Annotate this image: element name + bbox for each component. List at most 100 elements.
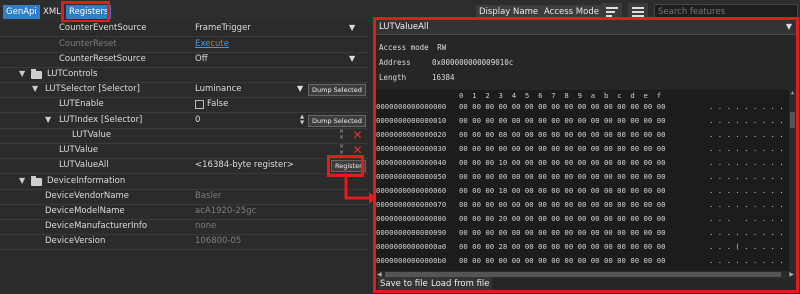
expand-arrow-icon[interactable]: ▼ bbox=[32, 84, 38, 93]
tree-row-lut-selector[interactable]: ▼ LUTSelector [Selector] Luminance ▼ Dum… bbox=[0, 83, 368, 98]
hex-ascii: . . . ( . . . . . . . . . . . . bbox=[709, 242, 792, 251]
hex-ascii: . . . . . . . . . . . . . . . . bbox=[709, 172, 792, 181]
registers-tab-highlight bbox=[61, 1, 110, 23]
feature-tree: CounterEventSource FrameTrigger ▼ Counte… bbox=[0, 22, 368, 294]
checkbox-label: False bbox=[207, 99, 229, 109]
hex-address: 0000000000000010 bbox=[376, 116, 447, 125]
scrollbar-thumb[interactable] bbox=[790, 112, 795, 128]
spinner-arrows-icon[interactable]: ▲ ▼ bbox=[300, 114, 304, 126]
hex-address: 00000000000000b0 bbox=[376, 256, 447, 265]
hex-ascii: . . . . . . . . . . . . . . . . bbox=[709, 158, 792, 167]
register-selector[interactable]: LUTValueAll ▼ bbox=[376, 20, 796, 35]
tree-row-device-version[interactable]: DeviceVersion 106800-05 bbox=[0, 235, 368, 250]
chevron-down-icon[interactable]: ▼ bbox=[349, 54, 355, 63]
hex-ascii: . . . . . . . . . . . . . . . . bbox=[709, 186, 792, 195]
lut-enable-checkbox[interactable] bbox=[195, 100, 204, 109]
dump-selected-button[interactable]: Dump Selected bbox=[308, 115, 366, 127]
access-mode-value: RW bbox=[437, 43, 447, 52]
small-close-icon[interactable]: × × bbox=[339, 129, 344, 141]
tree-category-lut-controls[interactable]: ▼ LUTControls bbox=[0, 68, 368, 83]
feature-name: DeviceManufacturerInfo bbox=[45, 221, 148, 231]
feature-value: acA1920-25gc bbox=[195, 206, 257, 216]
feature-value: <16384-byte register> bbox=[195, 160, 294, 170]
register-viewer-panel: LUTValueAll ▼ Access mode RW Address 0x0… bbox=[373, 17, 799, 293]
length-label: Length bbox=[379, 73, 407, 82]
tab-genapi[interactable]: GenApi bbox=[3, 5, 40, 19]
scroll-up-icon[interactable]: ▲ bbox=[789, 90, 796, 98]
feature-value: none bbox=[195, 221, 217, 231]
hex-bytes: 00 00 00 00 00 00 00 00 00 00 00 00 00 0… bbox=[459, 256, 666, 265]
hex-bytes: 00 00 00 10 00 00 00 00 00 00 00 00 00 0… bbox=[459, 158, 666, 167]
tree-row-counter-reset[interactable]: CounterReset Execute bbox=[0, 38, 368, 53]
expand-arrow-icon[interactable]: ▼ bbox=[19, 69, 25, 78]
hex-bytes: 00 00 00 08 00 00 00 00 00 00 00 00 00 0… bbox=[459, 130, 666, 139]
feature-value: Basler bbox=[195, 191, 222, 201]
error-x-icon: ✕ bbox=[352, 128, 363, 142]
execute-link[interactable]: Execute bbox=[195, 39, 229, 49]
feature-value: FrameTrigger bbox=[195, 23, 251, 33]
hex-ascii: . . . . . . . . . . . . . . . . bbox=[709, 130, 792, 139]
register-button-highlight bbox=[327, 155, 364, 177]
address-value: 0x000000000009010c bbox=[432, 58, 514, 67]
hex-ascii: . . . . . . . . . . . . . . . . bbox=[709, 228, 792, 237]
chevron-down-icon[interactable]: ▼ bbox=[786, 22, 792, 31]
tree-row-device-manufacturer-info[interactable]: DeviceManufacturerInfo none bbox=[0, 220, 368, 235]
tree-row-lut-value[interactable]: LUTValue × × ✕ bbox=[0, 144, 368, 159]
feature-value: 106800-05 bbox=[195, 236, 242, 246]
access-mode-label: Access mode bbox=[379, 43, 429, 52]
tree-category-device-information[interactable]: ▼ DeviceInformation bbox=[0, 175, 368, 190]
hex-bytes: 00 00 00 20 00 00 00 00 00 00 00 00 00 0… bbox=[459, 214, 666, 223]
hex-bytes: 00 00 00 00 00 00 00 00 00 00 00 00 00 0… bbox=[459, 144, 666, 153]
chevron-down-icon[interactable]: ▼ bbox=[349, 23, 355, 32]
hex-editor[interactable]: 0 1 2 3 4 5 6 7 8 9 a b c d e f 00000000… bbox=[376, 90, 796, 271]
feature-name: DeviceVersion bbox=[45, 236, 106, 246]
tree-row-device-vendor-name[interactable]: DeviceVendorName Basler bbox=[0, 190, 368, 205]
hex-ascii: . . . . . . . . . . . . . . . . bbox=[709, 144, 792, 153]
category-name: LUTControls bbox=[47, 69, 98, 79]
feature-name: DeviceModelName bbox=[45, 206, 125, 216]
save-to-file-button[interactable]: Save to file bbox=[378, 277, 430, 290]
load-from-file-button[interactable]: Load from file bbox=[429, 277, 492, 290]
hex-ascii: . . . . . . . . . . . . . . . . bbox=[709, 102, 792, 111]
expand-arrow-icon[interactable]: ▼ bbox=[19, 176, 25, 185]
tree-row-device-model-name[interactable]: DeviceModelName acA1920-25gc bbox=[0, 205, 368, 220]
length-value: 16384 bbox=[432, 73, 455, 82]
feature-value[interactable]: 0 bbox=[195, 115, 200, 125]
access-mode-info: Access mode RW bbox=[379, 43, 446, 52]
hex-address: 0000000000000020 bbox=[376, 130, 447, 139]
register-title: LUTValueAll bbox=[379, 22, 429, 32]
hex-address: 0000000000000060 bbox=[376, 186, 447, 195]
feature-name: LUTValue bbox=[72, 130, 112, 140]
hex-column-header: 0 1 2 3 4 5 6 7 8 9 a b c d e f bbox=[459, 91, 662, 100]
feature-name: LUTValue bbox=[59, 145, 99, 155]
hex-bytes: 00 00 00 28 00 00 00 00 00 00 00 00 00 0… bbox=[459, 242, 666, 251]
hex-address: 0000000000000090 bbox=[376, 228, 447, 237]
hex-address: 0000000000000050 bbox=[376, 172, 447, 181]
dump-selected-button[interactable]: Dump Selected bbox=[308, 84, 366, 96]
folder-icon bbox=[31, 176, 42, 186]
feature-name: LUTValueAll bbox=[59, 160, 109, 170]
tree-row-lut-value-all[interactable]: LUTValueAll <16384-byte register> Regist… bbox=[0, 159, 368, 174]
tree-row-counter-event-source[interactable]: CounterEventSource FrameTrigger ▼ bbox=[0, 22, 368, 37]
hex-bytes: 00 00 00 00 00 00 00 00 00 00 00 00 00 0… bbox=[459, 102, 666, 111]
tree-row-counter-reset-source[interactable]: CounterResetSource Off ▼ bbox=[0, 53, 368, 68]
tree-row-lut-enable[interactable]: LUTEnable False bbox=[0, 98, 368, 113]
hex-address: 0000000000000040 bbox=[376, 158, 447, 167]
hex-bytes: 00 00 00 18 00 00 00 00 00 00 00 00 00 0… bbox=[459, 186, 666, 195]
tree-row-lut-value-child[interactable]: LUTValue × × ✕ bbox=[0, 129, 368, 144]
hex-bytes: 00 00 00 00 00 00 00 00 00 00 00 00 00 0… bbox=[459, 228, 666, 237]
hex-bytes: 00 00 00 00 00 00 00 00 00 00 00 00 00 0… bbox=[459, 172, 666, 181]
vertical-scrollbar[interactable]: ▲ bbox=[789, 90, 796, 271]
length-info: Length 16384 bbox=[379, 73, 455, 82]
address-label: Address bbox=[379, 58, 411, 67]
expand-arrow-icon[interactable]: ▼ bbox=[45, 115, 51, 124]
folder-icon bbox=[31, 69, 42, 79]
category-name: DeviceInformation bbox=[47, 176, 126, 186]
hex-address: 0000000000000000 bbox=[376, 102, 447, 111]
chevron-down-icon[interactable]: ▼ bbox=[297, 84, 303, 93]
hex-ascii: . . . . . . . . . . . . . . . . bbox=[709, 256, 792, 265]
hex-address: 00000000000000a0 bbox=[376, 242, 447, 251]
feature-name: LUTSelector [Selector] bbox=[45, 84, 140, 94]
scroll-right-icon[interactable]: ▶ bbox=[789, 271, 794, 278]
tree-row-lut-index[interactable]: ▼ LUTIndex [Selector] 0 ▲ ▼ Dump Selected bbox=[0, 114, 368, 129]
